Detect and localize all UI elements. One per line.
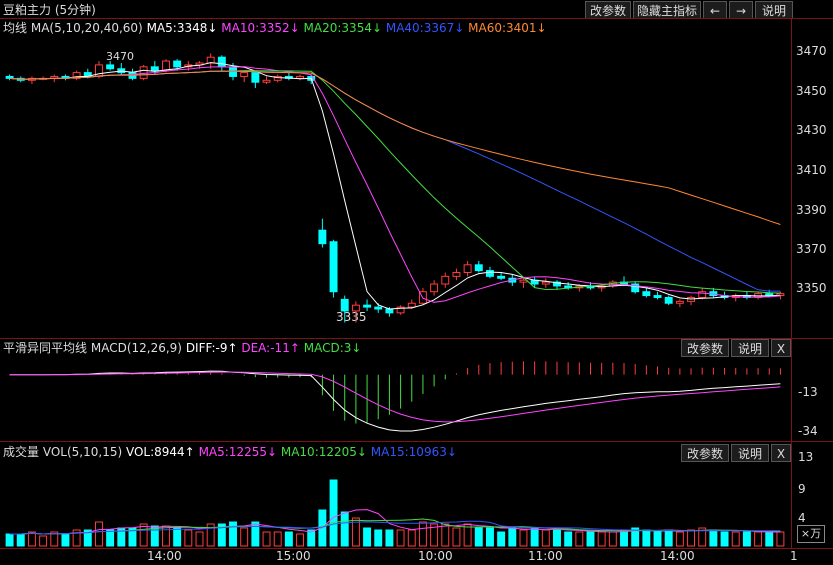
- candle-body: [642, 291, 651, 297]
- volume-bar: [139, 523, 148, 547]
- candle-body: [351, 304, 360, 312]
- candle-body: [139, 66, 148, 79]
- ma60-line: [9, 70, 781, 225]
- volume-bar: [731, 531, 740, 547]
- volume-bar: [553, 529, 561, 547]
- volume-bar: [541, 529, 550, 547]
- candle-body: [5, 75, 14, 79]
- volume-bar: [418, 521, 427, 547]
- volume-bar: [273, 531, 282, 547]
- candle-body: [240, 72, 249, 77]
- volume-bar: [608, 531, 617, 547]
- volume-bar: [765, 531, 774, 547]
- candle-body: [251, 72, 260, 83]
- candle-body: [497, 275, 506, 279]
- volume-bar: [653, 531, 662, 547]
- candle-body: [519, 279, 528, 283]
- candle-body: [385, 308, 394, 314]
- candle-body: [485, 270, 494, 277]
- volume-bar: [642, 529, 651, 547]
- volume-bar: [184, 529, 193, 547]
- candle-body: [106, 64, 115, 70]
- volume-bar: [452, 527, 461, 547]
- candle-body: [474, 264, 483, 272]
- ma40-line: [9, 70, 781, 292]
- volume-bar: [485, 527, 494, 547]
- chart-window: 豆粕主力 (5分钟) 改参数 隐藏主指标 ← → 说明 均线 MA(5,10,2…: [0, 0, 833, 565]
- candle-body: [318, 229, 327, 245]
- volume-bar: [61, 533, 70, 547]
- candle-body: [653, 295, 662, 298]
- candle-body: [441, 275, 450, 285]
- macd-dea-line: [9, 371, 781, 423]
- volume-bar: [720, 531, 729, 547]
- volume-bar: [474, 527, 483, 547]
- volume-bar: [675, 531, 684, 547]
- chart-canvas: [5, 53, 785, 547]
- volume-bar: [441, 523, 450, 547]
- ma5-line: [9, 62, 781, 310]
- volume-bar: [508, 527, 517, 547]
- volume-bar: [262, 531, 271, 547]
- volume-bar: [620, 529, 628, 547]
- candle-body: [374, 306, 383, 310]
- volume-bar: [530, 527, 539, 547]
- volume-bar: [329, 479, 338, 547]
- candle-body: [262, 79, 271, 83]
- ma10-line: [9, 66, 781, 303]
- volume-bar: [284, 531, 293, 547]
- volume-bar: [229, 521, 237, 547]
- volume-bar: [407, 529, 416, 547]
- volume-bar: [363, 527, 372, 547]
- candle-body: [675, 300, 684, 304]
- volume-bar: [519, 529, 528, 547]
- volume-bar: [173, 527, 182, 547]
- volume-bar: [664, 529, 673, 547]
- volume-bar: [396, 529, 405, 547]
- volume-bar: [94, 521, 103, 547]
- volume-bar: [575, 531, 584, 547]
- volume-bar: [16, 533, 25, 547]
- candle-body: [430, 283, 439, 293]
- volume-bar: [564, 531, 573, 547]
- volume-bar: [162, 525, 170, 547]
- candle-body: [329, 241, 338, 293]
- volume-bar: [754, 531, 763, 547]
- volume-bar: [385, 529, 394, 547]
- macd-diff-line: [9, 370, 781, 432]
- candle-body: [452, 271, 461, 277]
- volume-bar: [296, 533, 305, 547]
- volume-bar: [597, 531, 606, 547]
- volume-bar: [776, 531, 785, 547]
- candle-body: [664, 296, 673, 304]
- candle-body: [407, 302, 416, 308]
- candle-body: [363, 304, 372, 308]
- volume-bar: [709, 529, 718, 547]
- volume-bar: [497, 531, 506, 547]
- candle-body: [217, 56, 226, 68]
- volume-bar: [374, 529, 383, 547]
- volume-bar: [251, 521, 260, 547]
- ma20-line: [9, 70, 781, 294]
- candle-body: [463, 264, 472, 273]
- candle-body: [340, 298, 349, 312]
- volume-bar: [240, 527, 249, 547]
- volume-bar: [586, 531, 595, 547]
- volume-bar: [27, 531, 36, 547]
- volume-bar: [340, 511, 349, 547]
- volume-bar: [106, 529, 115, 547]
- volume-bar: [5, 533, 14, 547]
- volume-bar: [39, 535, 48, 547]
- candle-body: [150, 66, 159, 72]
- candle-body: [541, 281, 550, 285]
- volume-bar: [687, 529, 696, 547]
- volume-bar: [742, 531, 751, 547]
- candle-body: [173, 60, 182, 68]
- volume-bar: [195, 531, 204, 547]
